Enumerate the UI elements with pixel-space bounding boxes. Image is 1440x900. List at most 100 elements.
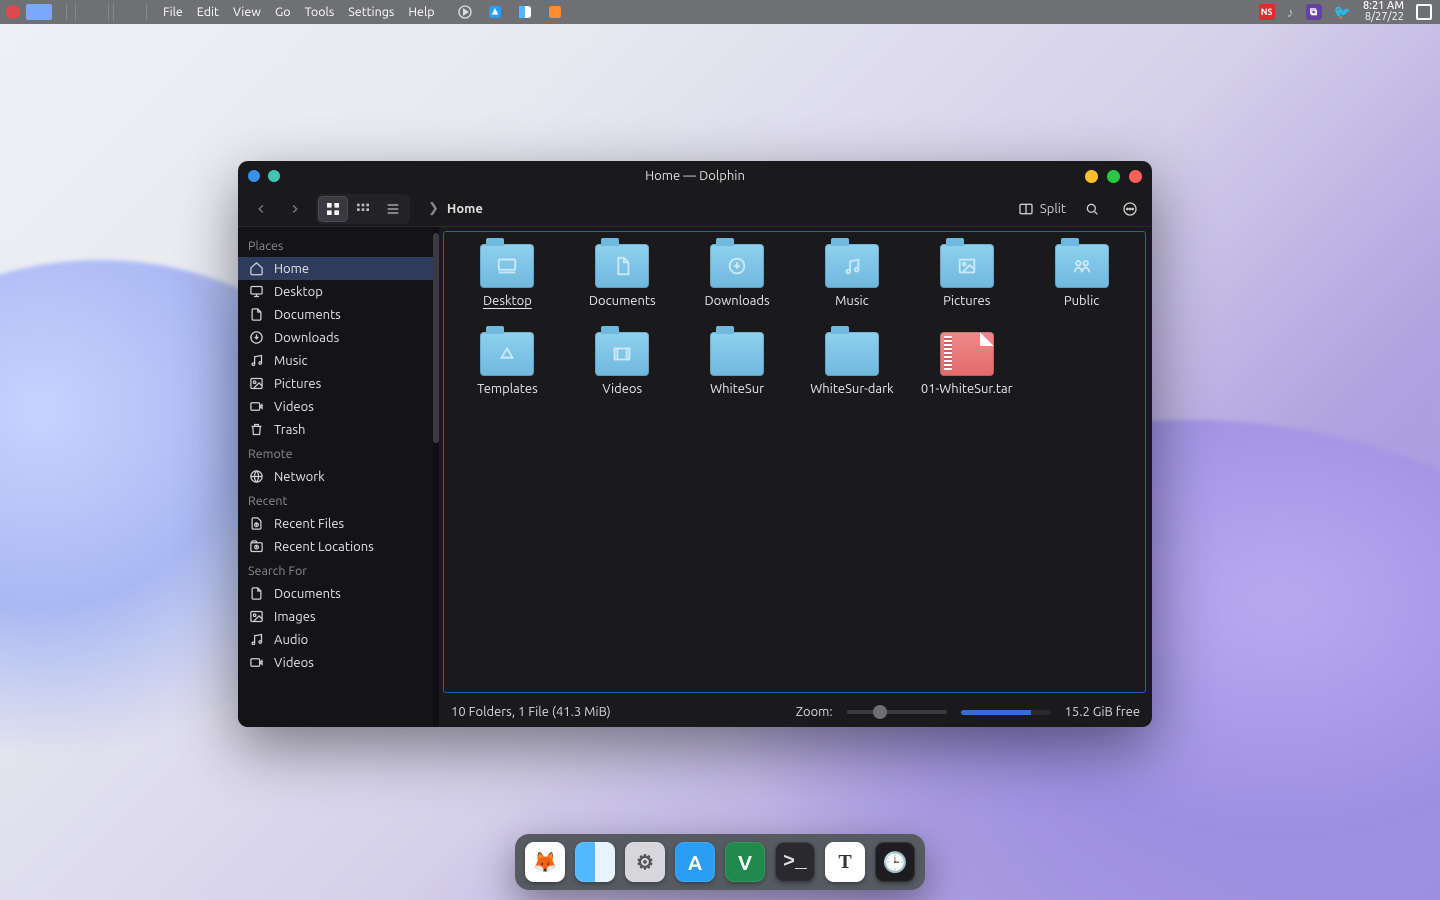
menu-button[interactable]: [1118, 197, 1142, 221]
app-tray-icon[interactable]: [547, 4, 563, 20]
folder-icon: [940, 244, 994, 288]
panel-quick-icons: [457, 4, 563, 20]
picture-icon: [248, 376, 264, 391]
split-button[interactable]: Split: [1018, 201, 1066, 217]
folder-icon: [480, 244, 534, 288]
dock-files[interactable]: [575, 842, 615, 882]
menu-view[interactable]: View: [233, 5, 261, 19]
clock[interactable]: 8:21 AM 8/27/22: [1363, 1, 1404, 23]
search-button[interactable]: [1080, 197, 1104, 221]
folder-icon: [825, 332, 879, 376]
file-label: Documents: [589, 294, 656, 308]
show-desktop-icon[interactable]: [1416, 4, 1432, 20]
file-item[interactable]: WhiteSur-dark: [797, 332, 908, 396]
tray-badge-icon[interactable]: NS: [1259, 4, 1275, 20]
desktop-icon: [248, 284, 264, 299]
dock-settings[interactable]: ⚙: [625, 842, 665, 882]
file-item[interactable]: Templates: [452, 332, 563, 396]
video-icon: [248, 399, 264, 414]
window-title: Home — Dolphin: [645, 169, 745, 183]
sidebar-item-label: Documents: [274, 587, 341, 601]
breadcrumb[interactable]: ❯ Home: [428, 201, 483, 216]
sidebar-item-downloads[interactable]: Downloads: [238, 326, 433, 349]
zoom-slider[interactable]: [847, 710, 947, 714]
music-icon: [248, 632, 264, 647]
dock-vim[interactable]: V: [725, 842, 765, 882]
disk-free: 15.2 GiB free: [1065, 705, 1140, 719]
sidebar-item-recent-locations[interactable]: Recent Locations: [238, 535, 433, 558]
tray-twitter-icon[interactable]: 🐦: [1334, 4, 1351, 21]
video-icon: [248, 655, 264, 670]
sidebar-item-documents[interactable]: Documents: [238, 303, 433, 326]
tray-music-icon[interactable]: ♪: [1287, 4, 1294, 20]
file-label: Downloads: [704, 294, 769, 308]
dock: 🦊 ⚙ A V >_ T 🕒: [515, 834, 925, 890]
sidebar-item-home[interactable]: Home: [238, 257, 433, 280]
file-item[interactable]: Public: [1026, 244, 1137, 308]
folder-icon: [940, 332, 994, 376]
disk-capacity-fill: [961, 710, 1031, 715]
sidebar-item-recent-files[interactable]: Recent Files: [238, 512, 433, 535]
sidebar-item-videos[interactable]: Videos: [238, 395, 433, 418]
file-item[interactable]: Pictures: [911, 244, 1022, 308]
home-icon: [248, 261, 264, 276]
file-item[interactable]: Desktop: [452, 244, 563, 308]
view-icons-button[interactable]: [318, 196, 348, 222]
file-item[interactable]: WhiteSur: [682, 332, 793, 396]
sidebar-item-label: Images: [274, 610, 316, 624]
sidebar-item-pictures[interactable]: Pictures: [238, 372, 433, 395]
menu-settings[interactable]: Settings: [348, 5, 394, 19]
document-icon: [595, 244, 649, 288]
close-button[interactable]: [1129, 170, 1142, 183]
file-item[interactable]: Downloads: [682, 244, 793, 308]
sidebar-item-desktop[interactable]: Desktop: [238, 280, 433, 303]
file-view[interactable]: Desktop Documents Downloads MusicPicturesPu…: [443, 231, 1146, 693]
dock-terminal[interactable]: >_: [775, 842, 815, 882]
forward-button[interactable]: [282, 196, 308, 222]
menu-tools[interactable]: Tools: [305, 5, 335, 19]
menu-go[interactable]: Go: [275, 5, 291, 19]
taskbar-active-window[interactable]: [26, 4, 52, 20]
sidebar-item-trash[interactable]: Trash: [238, 418, 433, 441]
back-button[interactable]: [248, 196, 274, 222]
breadcrumb-current[interactable]: Home: [447, 202, 483, 216]
tray-chat-icon[interactable]: ⧉: [1306, 4, 1322, 20]
menu-edit[interactable]: Edit: [197, 5, 219, 19]
file-item[interactable]: 01-WhiteSur.tar: [911, 332, 1022, 396]
file-item[interactable]: Videos: [567, 332, 678, 396]
dock-firefox[interactable]: 🦊: [525, 842, 565, 882]
split-label: Split: [1040, 202, 1066, 216]
zoom-slider-knob[interactable]: [873, 705, 887, 719]
sidebar-item-music[interactable]: Music: [238, 349, 433, 372]
template-icon: [480, 332, 534, 376]
view-compact-button[interactable]: [348, 196, 378, 222]
view-details-button[interactable]: [378, 196, 408, 222]
dock-store[interactable]: A: [675, 842, 715, 882]
menu-help[interactable]: Help: [408, 5, 434, 19]
sidebar-item-label: Pictures: [274, 377, 321, 391]
dock-text[interactable]: T: [825, 842, 865, 882]
play-icon[interactable]: [457, 4, 473, 20]
menu-file[interactable]: File: [163, 5, 183, 19]
file-label: Videos: [602, 382, 642, 396]
sidebar-item-audio[interactable]: Audio: [238, 628, 433, 651]
appstore-tray-icon[interactable]: [487, 4, 503, 20]
zoom-label: Zoom:: [796, 705, 833, 719]
file-item[interactable]: Documents: [567, 244, 678, 308]
sidebar-item-videos[interactable]: Videos: [238, 651, 433, 674]
minimize-button[interactable]: [1085, 170, 1098, 183]
finder-tray-icon[interactable]: [517, 4, 533, 20]
titlebar[interactable]: Home — Dolphin: [238, 161, 1152, 191]
panel-launcher-icon[interactable]: [6, 5, 20, 19]
sidebar-item-network[interactable]: Network: [238, 465, 433, 488]
chevron-right-icon: ❯: [428, 201, 439, 216]
title-dot-icon: [268, 170, 280, 182]
sidebar-item-images[interactable]: Images: [238, 605, 433, 628]
file-item[interactable]: Music: [797, 244, 908, 308]
sidebar-item-documents[interactable]: Documents: [238, 582, 433, 605]
dock-clock[interactable]: 🕒: [875, 842, 915, 882]
sidebar-item-label: Recent Files: [274, 517, 344, 531]
maximize-button[interactable]: [1107, 170, 1120, 183]
music-icon: [248, 353, 264, 368]
file-label: WhiteSur-dark: [810, 382, 893, 396]
